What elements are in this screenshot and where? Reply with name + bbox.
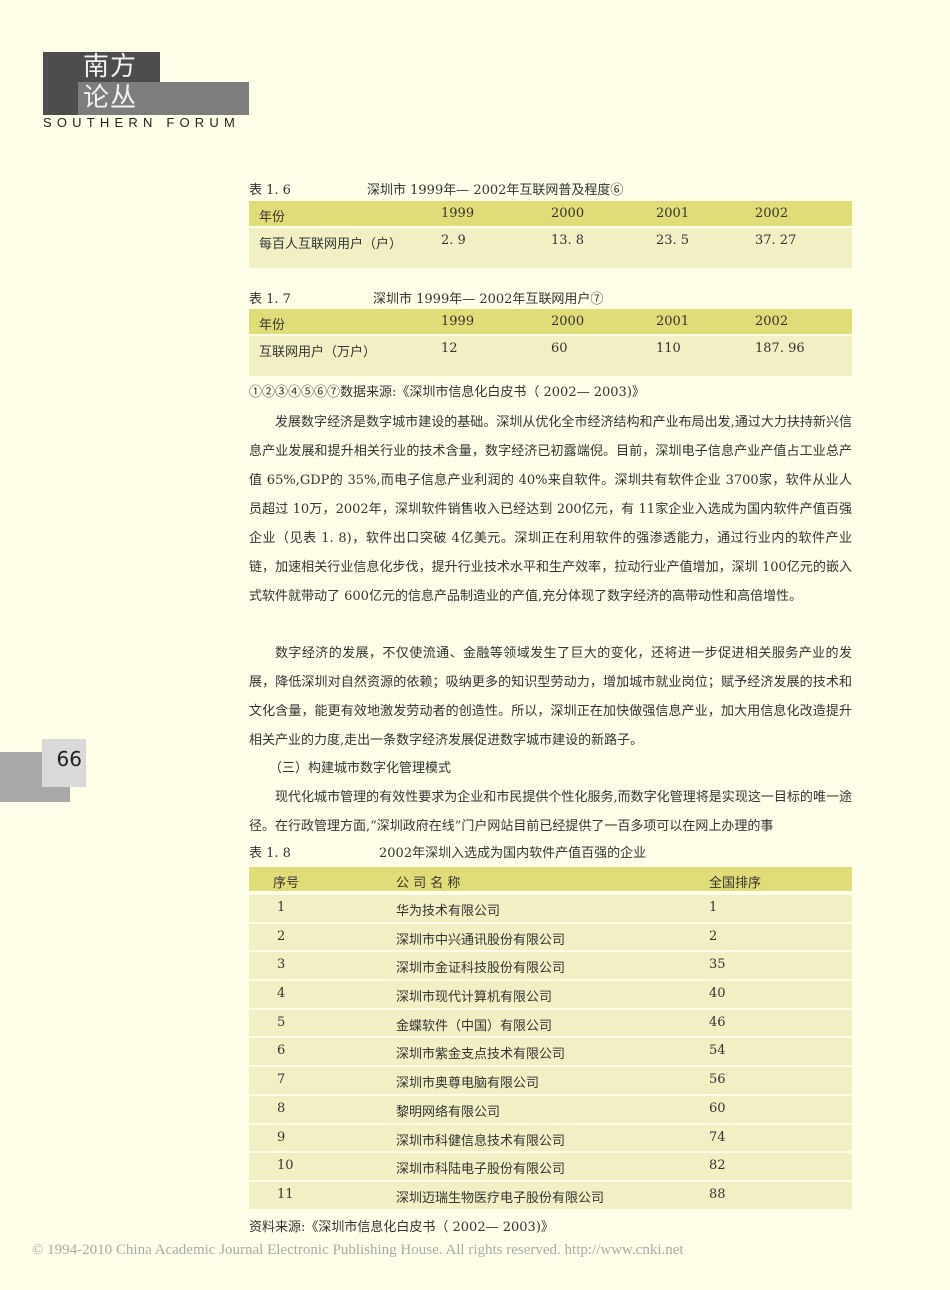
logo-english: SOUTHERN FORUM — [43, 115, 241, 130]
table-row: 每百人互联网用户（户） 2. 9 13. 8 23. 5 37. 27 — [249, 228, 852, 268]
header-cell: 1999 — [441, 314, 475, 329]
national-rank: 40 — [709, 986, 726, 1002]
rank-number: 8 — [277, 1100, 286, 1116]
footnote: ①②③④⑤⑥⑦数据来源:《深圳市信息化白皮书（ 2002— 2003)》 — [249, 385, 645, 400]
body-paragraph: 数字经济的发展，不仅使流通、金融等领域发生了巨大的变化，还将进一步促进相关服务产… — [249, 646, 852, 748]
table-title: 深圳市 1999年— 2002年互联网普及程度⑥ — [367, 183, 624, 198]
cell: 110 — [656, 341, 681, 356]
header-cell: 2002 — [755, 206, 789, 221]
rank-number: 3 — [277, 957, 286, 973]
cell: 187. 96 — [755, 341, 805, 356]
table-row: 6 深圳市紫金支点技术有限公司 54 — [249, 1038, 852, 1066]
rank-number: 11 — [277, 1186, 294, 1202]
national-rank: 74 — [709, 1129, 726, 1145]
body-paragraph: 发展数字经济是数字城市建设的基础。深圳从优化全市经济结构和产业布局出发,通过大力… — [249, 415, 852, 604]
table-1-7-caption: 表 1. 7 深圳市 1999年— 2002年互联网用户⑦ — [249, 288, 603, 307]
table-row: 5 金蝶软件（中国）有限公司 46 — [249, 1009, 852, 1037]
table-header-row: 年份 1999 2000 2001 2002 — [249, 201, 852, 226]
header-cell: 2001 — [656, 314, 690, 329]
rank-number: 1 — [277, 900, 286, 915]
header-cell: 全国排序 — [709, 876, 762, 891]
table-1-8-caption: 表 1. 8 2002年深圳入选成为国内软件产值百强的企业 — [249, 842, 646, 861]
cell: 每百人互联网用户（户） — [259, 237, 403, 252]
company-name: 深圳市金证科技股份有限公司 — [396, 961, 566, 977]
company-name: 深圳市科健信息技术有限公司 — [396, 1133, 566, 1149]
national-rank: 46 — [709, 1014, 726, 1030]
national-rank: 54 — [709, 1043, 726, 1059]
body-paragraph: 现代化城市管理的有效性要求为企业和市民提供个性化服务,而数字化管理将是实现这一目… — [249, 790, 852, 834]
header-cell: 2002 — [755, 314, 789, 329]
table-row: 4 深圳市现代计算机有限公司 40 — [249, 981, 852, 1008]
table-label: 表 1. 7 — [249, 292, 291, 307]
company-name: 黎明网络有限公司 — [396, 1104, 501, 1120]
table-row: 2 深圳市中兴通讯股份有限公司 2 — [249, 923, 852, 951]
page-number: 66 — [42, 739, 86, 787]
national-rank: 2 — [709, 928, 718, 944]
rank-number: 10 — [277, 1158, 294, 1174]
rank-number: 6 — [277, 1043, 286, 1059]
table-row: 7 深圳市奥尊电脑有限公司 56 — [249, 1067, 852, 1094]
national-rank: 35 — [709, 957, 726, 973]
cell: 23. 5 — [656, 233, 690, 248]
header-cell: 2000 — [551, 206, 585, 221]
table-row: 9 深圳市科健信息技术有限公司 74 — [249, 1124, 852, 1152]
table-row: 10 深圳市科陆电子股份有限公司 82 — [249, 1153, 852, 1180]
national-rank: 82 — [709, 1158, 726, 1174]
header-cell: 2000 — [551, 314, 585, 329]
header-cell: 序号 — [273, 876, 300, 891]
company-name: 深圳市紫金支点技术有限公司 — [396, 1047, 566, 1063]
table-row: 8 黎明网络有限公司 60 — [249, 1095, 852, 1123]
national-rank: 60 — [709, 1100, 726, 1116]
table-row: 互联网用户（万户） 12 60 110 187. 96 — [249, 336, 852, 376]
table-1-6: 年份 1999 2000 2001 2002 每百人互联网用户（户） 2. 9 … — [249, 201, 852, 270]
company-name: 深圳市中兴通讯股份有限公司 — [396, 932, 566, 948]
header-cell: 2001 — [656, 206, 690, 221]
header-cell: 年份 — [259, 210, 286, 225]
logo-text-1: 南方 — [83, 52, 138, 82]
table-row: 3 深圳市金证科技股份有限公司 35 — [249, 952, 852, 980]
company-name: 深圳市奥尊电脑有限公司 — [396, 1076, 540, 1092]
table-label: 表 1. 8 — [249, 846, 291, 861]
table-1-6-caption: 表 1. 6 深圳市 1999年— 2002年互联网普及程度⑥ — [249, 179, 623, 198]
company-name: 深圳市科陆电子股份有限公司 — [396, 1162, 566, 1178]
company-name: 深圳市现代计算机有限公司 — [396, 990, 553, 1006]
cell: 60 — [551, 341, 568, 356]
cell: 互联网用户（万户） — [259, 345, 377, 360]
section-heading: （三）构建城市数字化管理模式 — [269, 761, 452, 776]
rank-number: 4 — [277, 986, 286, 1002]
table-1-8: 序号 公 司 名 称 全国排序 1 华为技术有限公司 1 2 深圳市中兴通讯股份有限公司… — [249, 867, 852, 1211]
table-header-row: 序号 公 司 名 称 全国排序 — [249, 867, 852, 891]
copyright-footer: © 1994-2010 China Academic Journal Elect… — [32, 1242, 684, 1258]
rank-number: 9 — [277, 1129, 286, 1145]
logo-text-2: 论丛 — [83, 83, 138, 113]
table-title: 深圳市 1999年— 2002年互联网用户⑦ — [373, 292, 604, 307]
cell: 2. 9 — [441, 233, 466, 248]
table-row: 1 华为技术有限公司 1 — [249, 895, 852, 922]
table-1-7: 年份 1999 2000 2001 2002 互联网用户（万户） 12 60 1… — [249, 309, 852, 378]
national-rank: 88 — [709, 1186, 726, 1202]
cell: 37. 27 — [755, 233, 797, 248]
company-name: 华为技术有限公司 — [396, 904, 501, 919]
cell: 13. 8 — [551, 233, 585, 248]
cell: 12 — [441, 341, 458, 356]
rank-number: 5 — [277, 1014, 286, 1030]
table-row: 11 深圳迈瑞生物医疗电子股份有限公司 88 — [249, 1181, 852, 1209]
table-label: 表 1. 6 — [249, 183, 291, 198]
table-title: 2002年深圳入选成为国内软件产值百强的企业 — [379, 846, 647, 861]
national-rank: 1 — [709, 900, 718, 915]
table-source: 资料来源:《深圳市信息化白皮书（ 2002— 2003)》 — [249, 1220, 554, 1235]
table-header-row: 年份 1999 2000 2001 2002 — [249, 309, 852, 334]
header-cell: 公 司 名 称 — [396, 876, 461, 891]
national-rank: 56 — [709, 1072, 726, 1088]
rank-number: 7 — [277, 1072, 286, 1088]
header-cell: 1999 — [441, 206, 475, 221]
company-name: 金蝶软件（中国）有限公司 — [396, 1018, 553, 1034]
header-cell: 年份 — [259, 318, 286, 333]
rank-number: 2 — [277, 928, 286, 944]
company-name: 深圳迈瑞生物医疗电子股份有限公司 — [396, 1190, 605, 1206]
